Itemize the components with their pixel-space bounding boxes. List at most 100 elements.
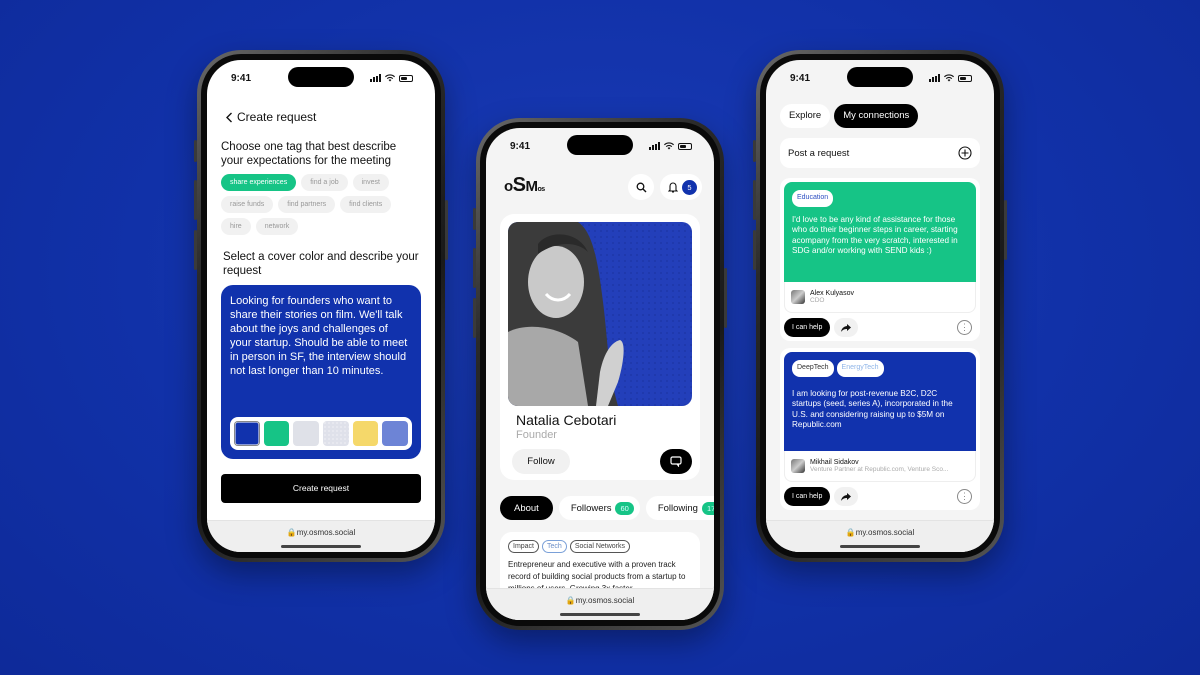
profile-card: Natalia Cebotari Founder Follow bbox=[500, 214, 700, 480]
color-swatch-periwinkle[interactable] bbox=[382, 421, 409, 446]
screen: 9:41 Create request Choose one tag that … bbox=[207, 60, 435, 552]
notification-count-badge: 5 bbox=[682, 179, 697, 195]
dynamic-island bbox=[567, 135, 633, 155]
home-indicator[interactable] bbox=[560, 613, 640, 616]
color-swatch-blue[interactable] bbox=[234, 421, 260, 446]
status-bar: 9:41 bbox=[207, 60, 435, 96]
tag-chip-find-a-job[interactable]: find a job bbox=[301, 174, 348, 191]
request-cover: Education I'd love to be any kind of ass… bbox=[784, 182, 976, 282]
tab-about[interactable]: About bbox=[500, 496, 553, 520]
wifi-icon bbox=[385, 74, 395, 82]
mute-switch bbox=[194, 140, 197, 162]
author-name: Mikhail Sidakov bbox=[810, 459, 859, 466]
browser-url-bar[interactable]: 🔒my.osmos.social bbox=[766, 520, 994, 552]
more-options-icon[interactable]: ⋮ bbox=[957, 489, 972, 504]
tag-chip-invest[interactable]: invest bbox=[352, 174, 389, 191]
home-indicator[interactable] bbox=[840, 545, 920, 548]
signal-icon bbox=[929, 74, 940, 82]
screen: 9:41 o S M os 5 Natalia Cebotari Founder… bbox=[486, 128, 714, 620]
request-text-input[interactable]: Looking for founders who want to share t… bbox=[230, 294, 412, 378]
chevron-left-icon bbox=[226, 112, 232, 122]
message-button[interactable] bbox=[660, 449, 692, 474]
i-can-help-button[interactable]: I can help bbox=[784, 318, 831, 337]
profile-tabs: About Followers 60 Following 178 bbox=[500, 496, 714, 520]
cover-color-picker bbox=[230, 417, 412, 450]
volume-up-button bbox=[753, 180, 756, 220]
author-role: CDO bbox=[810, 297, 825, 304]
dynamic-island bbox=[288, 67, 354, 87]
color-swatch-light-gray[interactable] bbox=[293, 421, 320, 446]
followers-count-badge: 60 bbox=[615, 501, 634, 515]
lock-icon: 🔒 bbox=[286, 528, 297, 537]
plus-circle-icon bbox=[958, 146, 972, 160]
tag-chip-raise-funds[interactable]: raise funds bbox=[221, 196, 274, 213]
tab-followers[interactable]: Followers 60 bbox=[558, 496, 640, 520]
tag-chip-share-experiences[interactable]: share experiences bbox=[221, 174, 297, 191]
home-indicator[interactable] bbox=[281, 545, 361, 548]
power-button bbox=[1004, 200, 1007, 260]
battery-icon bbox=[399, 74, 413, 82]
profile-role: Founder bbox=[516, 429, 557, 441]
volume-up-button bbox=[473, 248, 476, 288]
portrait-illustration bbox=[508, 222, 624, 406]
tag-chip-find-clients[interactable]: find clients bbox=[340, 196, 392, 213]
share-button[interactable] bbox=[834, 487, 859, 506]
author-role: Venture Partner at Republic.com, Venture… bbox=[810, 466, 949, 473]
phone-create-request: 9:41 Create request Choose one tag that … bbox=[194, 50, 448, 562]
request-author[interactable]: Alex Kulyasov CDO bbox=[784, 282, 976, 313]
osmos-logo[interactable]: o S M os bbox=[504, 174, 545, 197]
follow-button[interactable]: Follow bbox=[512, 449, 570, 474]
tag-chip-find-partners[interactable]: find partners bbox=[278, 196, 336, 213]
share-button[interactable] bbox=[834, 318, 859, 337]
avatar bbox=[791, 459, 805, 473]
status-bar: 9:41 bbox=[486, 128, 714, 164]
search-button[interactable] bbox=[628, 174, 654, 200]
profile-photo bbox=[508, 222, 692, 406]
search-icon bbox=[636, 182, 646, 192]
status-bar: 9:41 bbox=[766, 60, 994, 96]
tag-chip-network[interactable]: network bbox=[255, 218, 299, 235]
bell-icon bbox=[668, 182, 678, 193]
status-time: 9:41 bbox=[510, 140, 531, 152]
tab-my-connections[interactable]: My connections bbox=[834, 104, 919, 128]
notifications-button[interactable]: 5 bbox=[660, 174, 702, 200]
url-text: my.osmos.social bbox=[855, 528, 915, 537]
tag-chip-hire[interactable]: hire bbox=[221, 218, 251, 235]
share-arrow-icon bbox=[841, 492, 852, 501]
profile-name: Natalia Cebotari bbox=[516, 412, 617, 428]
request-card[interactable]: Education I'd love to be any kind of ass… bbox=[780, 178, 980, 341]
screen: 9:41 Explore My connections Post a reque… bbox=[766, 60, 994, 552]
browser-url-bar[interactable]: 🔒my.osmos.social bbox=[486, 588, 714, 620]
browser-url-bar[interactable]: 🔒my.osmos.social bbox=[207, 520, 435, 552]
create-request-button[interactable]: Create request bbox=[221, 474, 421, 503]
battery-icon bbox=[678, 142, 692, 150]
url-text: my.osmos.social bbox=[296, 528, 356, 537]
color-swatch-yellow[interactable] bbox=[352, 421, 379, 446]
lock-icon: 🔒 bbox=[565, 596, 576, 605]
volume-down-button bbox=[473, 298, 476, 338]
tab-following[interactable]: Following 178 bbox=[645, 496, 714, 520]
request-tag: EnergyTech bbox=[836, 360, 884, 377]
volume-down-button bbox=[753, 230, 756, 270]
post-request-button[interactable]: Post a request bbox=[780, 138, 980, 168]
wifi-icon bbox=[944, 74, 954, 82]
request-card[interactable]: DeepTech EnergyTech I am looking for pos… bbox=[780, 348, 980, 510]
tab-explore[interactable]: Explore bbox=[780, 104, 831, 128]
signal-icon bbox=[649, 142, 660, 150]
color-swatch-dotted-gray[interactable] bbox=[323, 421, 349, 446]
back-button[interactable]: Create request bbox=[225, 110, 316, 124]
feed-segmented-control: Explore My connections bbox=[780, 104, 919, 128]
request-tag: Education bbox=[792, 190, 834, 207]
url-text: my.osmos.social bbox=[575, 596, 635, 605]
phone-connections: 9:41 Explore My connections Post a reque… bbox=[753, 50, 1007, 562]
i-can-help-button[interactable]: I can help bbox=[784, 487, 831, 506]
color-swatch-green[interactable] bbox=[263, 421, 290, 446]
chat-icon bbox=[670, 456, 682, 467]
power-button bbox=[724, 268, 727, 328]
mute-switch bbox=[753, 140, 756, 162]
volume-up-button bbox=[194, 180, 197, 220]
request-text: I am looking for post-revenue B2C, D2C s… bbox=[792, 388, 953, 430]
dynamic-island bbox=[847, 67, 913, 87]
request-author[interactable]: Mikhail Sidakov Venture Partner at Repub… bbox=[784, 451, 976, 482]
more-options-icon[interactable]: ⋮ bbox=[957, 320, 972, 335]
